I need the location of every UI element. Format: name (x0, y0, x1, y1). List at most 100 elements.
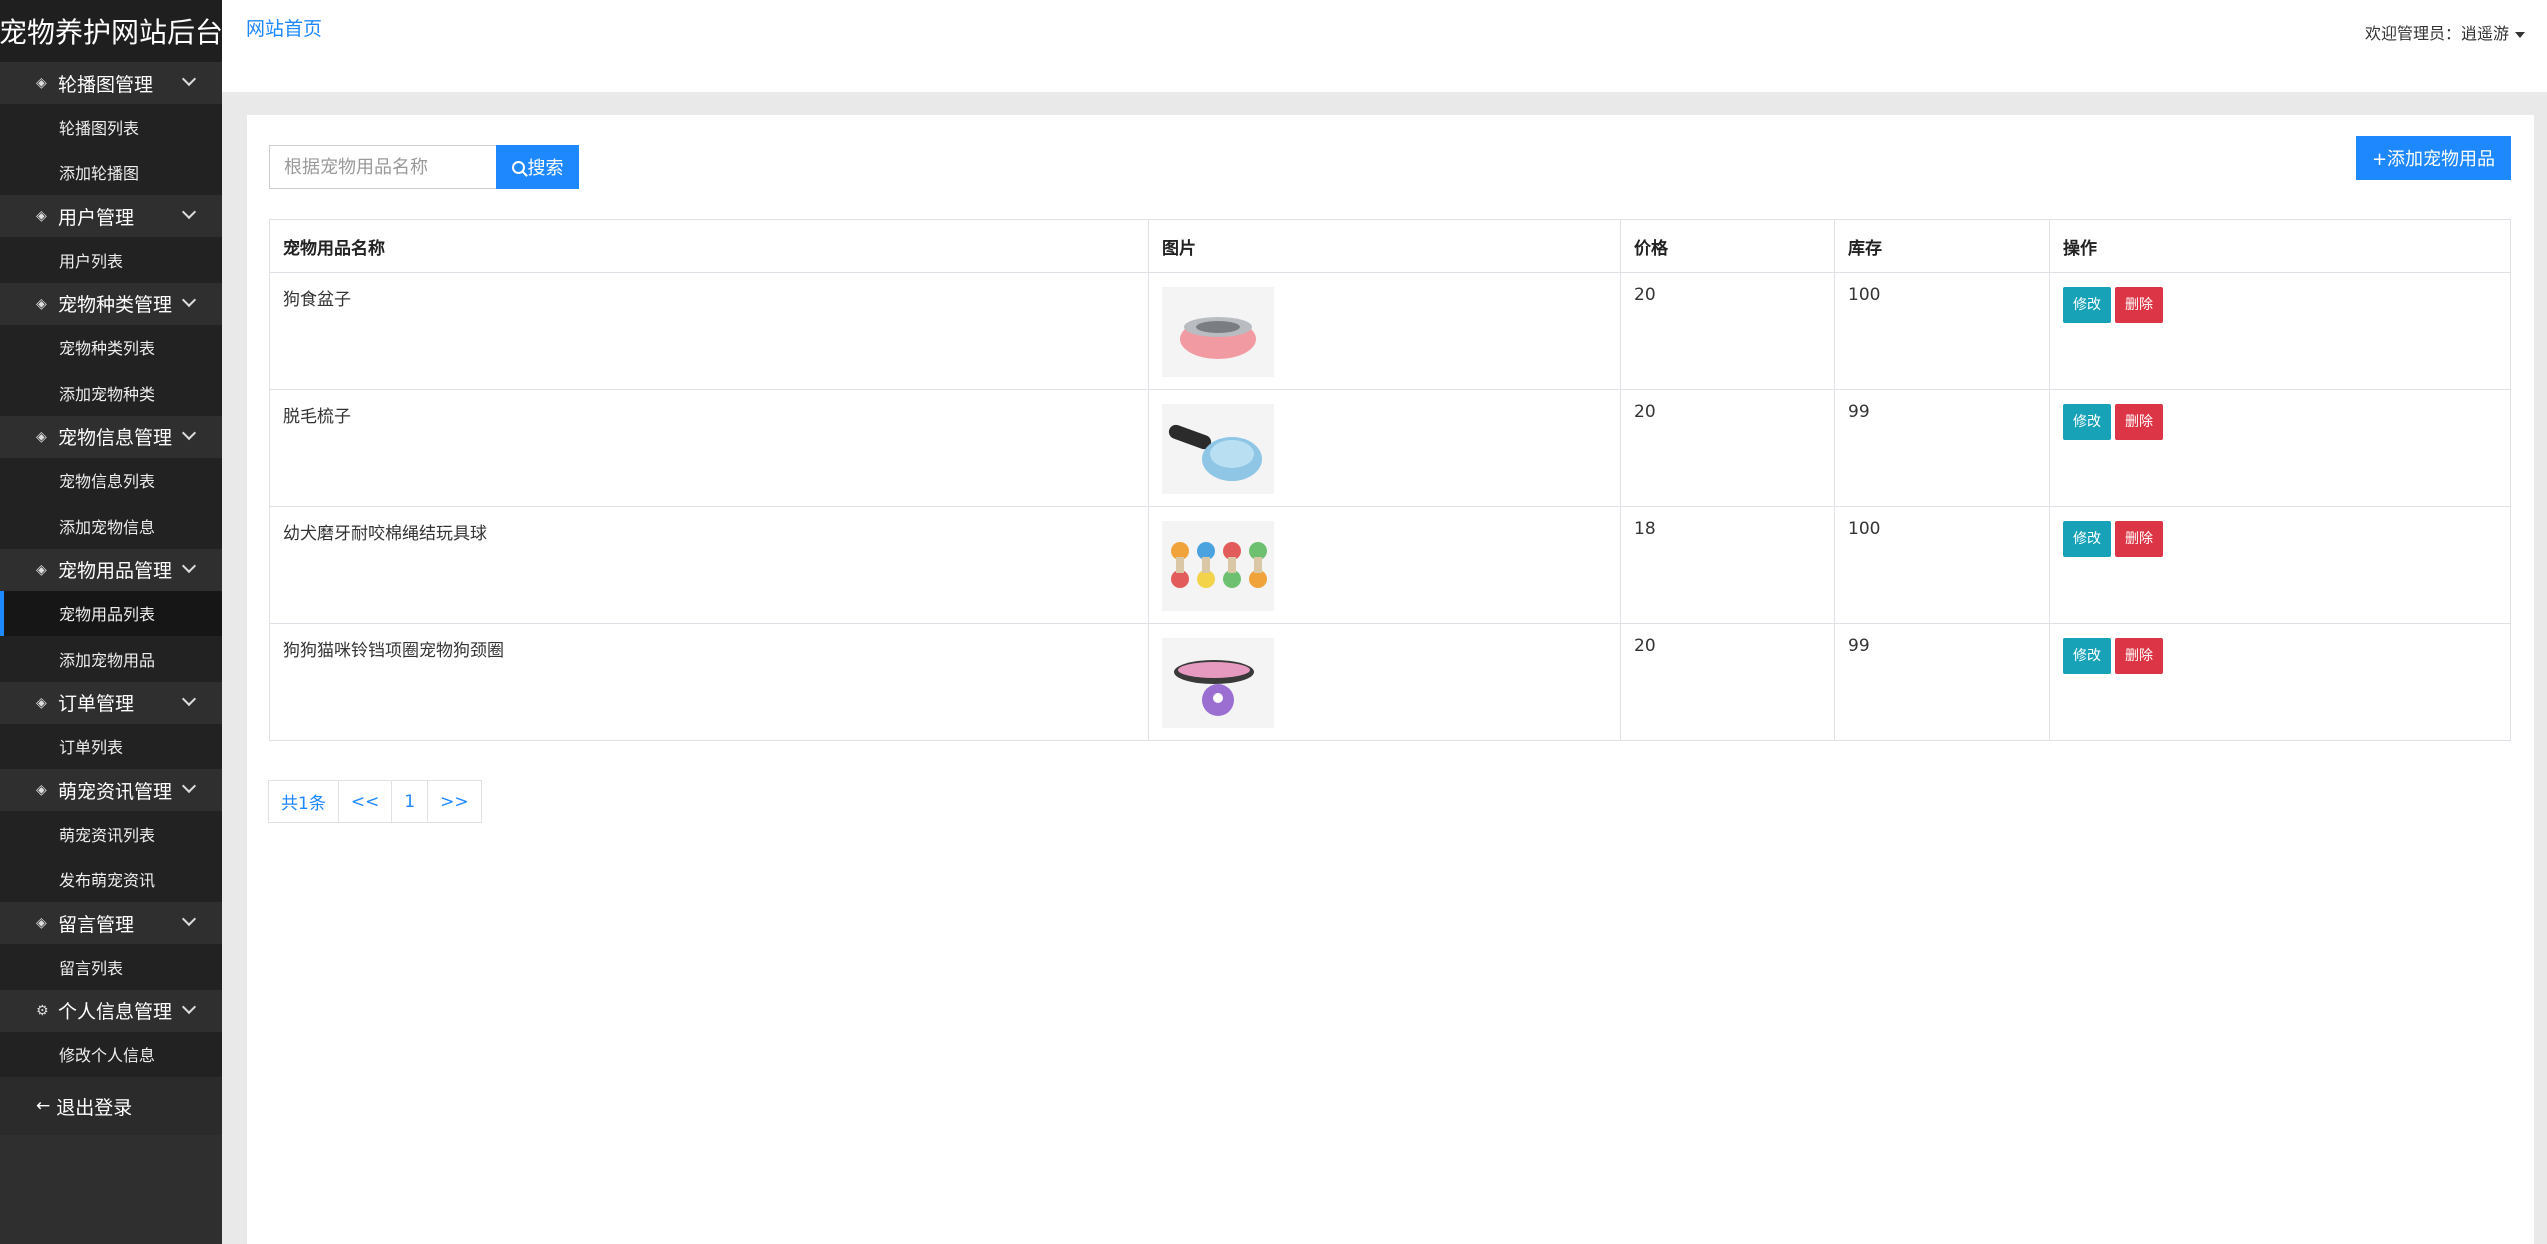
delete-button[interactable]: 删除 (2115, 638, 2163, 674)
layers-icon: ◈ (36, 694, 47, 711)
cell-price: 18 (1620, 506, 1835, 624)
search-input[interactable] (269, 145, 496, 189)
cell-image (1148, 389, 1621, 507)
edit-button[interactable]: 修改 (2063, 287, 2111, 323)
welcome-text: 欢迎管理员：逍遥游 (2364, 24, 2509, 43)
column-header-stock: 库存 (1834, 219, 2050, 273)
cell-name: 脱毛梳子 (269, 389, 1149, 507)
nav-item-supplies-list[interactable]: 宠物用品列表 (0, 590, 222, 636)
nav-item-pet-info-list[interactable]: 宠物信息列表 (0, 458, 222, 504)
table-row: 狗食盆子 20 100 修改 删除 (269, 272, 2511, 390)
cell-actions: 修改 删除 (2049, 623, 2511, 741)
nav-group-orders[interactable]: ◈ 订单管理 (0, 681, 222, 724)
product-image-brush (1162, 404, 1274, 494)
layers-icon: ◈ (36, 75, 47, 91)
cell-stock: 100 (1834, 506, 2050, 624)
logout-label: 退出登录 (56, 1096, 133, 1119)
admin-dropdown[interactable]: 欢迎管理员：逍遥游 (2365, 20, 2525, 44)
nav-item-news-list[interactable]: 萌宠资讯列表 (0, 811, 222, 857)
nav-group-label: 轮播图管理 (58, 73, 154, 96)
cell-name: 幼犬磨牙耐咬棉绳结玩具球 (269, 506, 1149, 624)
layers-icon: ◈ (36, 561, 47, 578)
nav-group-pet-info[interactable]: ◈ 宠物信息管理 (0, 415, 222, 458)
column-header-price: 价格 (1620, 219, 1835, 273)
cell-actions: 修改 删除 (2049, 272, 2511, 390)
pagination-total: 共1条 (268, 780, 339, 823)
chevron-down-icon (181, 911, 197, 927)
layers-icon: ◈ (36, 428, 47, 445)
nav-group-label: 宠物信息管理 (58, 427, 173, 449)
gear-icon: ⚙ (36, 1002, 49, 1019)
table-row: 狗狗猫咪铃铛项圈宠物狗颈圈 20 99 修改 删除 (269, 623, 2511, 741)
home-link[interactable]: 网站首页 (246, 14, 322, 41)
product-image-collar (1162, 638, 1274, 728)
column-header-actions: 操作 (2049, 219, 2511, 273)
nav-item-add-supplies[interactable]: 添加宠物用品 (0, 636, 222, 682)
nav-item-add-pet-info[interactable]: 添加宠物信息 (0, 503, 222, 549)
cell-price: 20 (1620, 389, 1835, 507)
sidebar: 宠物养护网站后台 ◈ 轮播图管理 轮播图列表 添加轮播图 ◈ 用户管理 用户列表… (0, 0, 223, 1244)
layers-icon: ◈ (36, 782, 47, 798)
content-panel: 搜索 +添加宠物用品 宠物用品名称 图片 价格 库存 操作 狗食盆子 (247, 115, 2534, 1244)
delete-button[interactable]: 删除 (2115, 404, 2163, 440)
column-header-name: 宠物用品名称 (269, 219, 1149, 273)
nav-group-label: 萌宠资讯管理 (58, 780, 173, 803)
nav-group-users[interactable]: ◈ 用户管理 (0, 195, 222, 237)
nav-group-messages[interactable]: ◈ 留言管理 (0, 902, 222, 944)
nav-group-label: 留言管理 (58, 913, 135, 936)
nav-item-pet-type-list[interactable]: 宠物种类列表 (0, 325, 222, 371)
nav-group-carousel[interactable]: ◈ 轮播图管理 (0, 62, 222, 104)
chevron-down-icon (181, 999, 197, 1014)
chevron-down-icon (181, 71, 197, 87)
add-supply-button[interactable]: +添加宠物用品 (2356, 136, 2511, 180)
pagination-next[interactable]: >> (427, 780, 482, 823)
chevron-down-icon (181, 778, 197, 794)
nav-item-add-carousel[interactable]: 添加轮播图 (0, 150, 222, 196)
nav-item-add-pet-type[interactable]: 添加宠物种类 (0, 370, 222, 416)
nav-group-label: 宠物用品管理 (58, 560, 173, 582)
chevron-down-icon (181, 691, 197, 706)
chevron-down-icon (181, 292, 197, 307)
chevron-down-icon (181, 425, 197, 440)
pagination-page[interactable]: 1 (391, 780, 429, 823)
chevron-down-icon (181, 558, 197, 573)
search-button[interactable]: 搜索 (496, 145, 579, 189)
pagination-prev[interactable]: << (337, 780, 393, 823)
delete-button[interactable]: 删除 (2115, 287, 2163, 323)
column-header-image: 图片 (1148, 219, 1621, 273)
nav-item-edit-profile[interactable]: 修改个人信息 (0, 1032, 222, 1078)
nav-item-order-list[interactable]: 订单列表 (0, 724, 222, 770)
top-header: 网站首页 欢迎管理员：逍遥游 (222, 0, 2547, 92)
nav-group-profile[interactable]: ⚙ 个人信息管理 (0, 989, 222, 1032)
layers-icon: ◈ (36, 915, 47, 931)
cell-stock: 99 (1834, 623, 2050, 741)
arrow-left-icon: ← (36, 1096, 51, 1116)
cell-stock: 100 (1834, 272, 2050, 390)
supplies-table: 宠物用品名称 图片 价格 库存 操作 狗食盆子 20 100 修改 删除 脱毛梳… (269, 219, 2511, 741)
cell-image (1148, 623, 1621, 741)
edit-button[interactable]: 修改 (2063, 638, 2111, 674)
delete-button[interactable]: 删除 (2115, 521, 2163, 557)
cell-price: 20 (1620, 272, 1835, 390)
nav-group-label: 订单管理 (58, 693, 135, 715)
table-row: 脱毛梳子 20 99 修改 删除 (269, 389, 2511, 507)
caret-down-icon (2515, 31, 2525, 38)
nav-group-pet-types[interactable]: ◈ 宠物种类管理 (0, 282, 222, 325)
table-header-row: 宠物用品名称 图片 价格 库存 操作 (269, 219, 2511, 273)
nav-group-pet-supplies[interactable]: ◈ 宠物用品管理 (0, 548, 222, 591)
edit-button[interactable]: 修改 (2063, 404, 2111, 440)
layers-icon: ◈ (36, 208, 47, 224)
table-row: 幼犬磨牙耐咬棉绳结玩具球 18 100 修改 删除 (269, 506, 2511, 624)
search-icon (511, 160, 525, 174)
cell-name: 狗食盆子 (269, 272, 1149, 390)
nav-group-label: 宠物种类管理 (58, 294, 173, 316)
nav-item-message-list[interactable]: 留言列表 (0, 944, 222, 990)
cell-image (1148, 506, 1621, 624)
cell-actions: 修改 删除 (2049, 389, 2511, 507)
logout-button[interactable]: ← 退出登录 (0, 1077, 222, 1135)
nav-item-publish-news[interactable]: 发布萌宠资讯 (0, 857, 222, 903)
edit-button[interactable]: 修改 (2063, 521, 2111, 557)
nav-group-news[interactable]: ◈ 萌宠资讯管理 (0, 769, 222, 811)
nav-item-user-list[interactable]: 用户列表 (0, 237, 222, 283)
nav-item-carousel-list[interactable]: 轮播图列表 (0, 104, 222, 150)
